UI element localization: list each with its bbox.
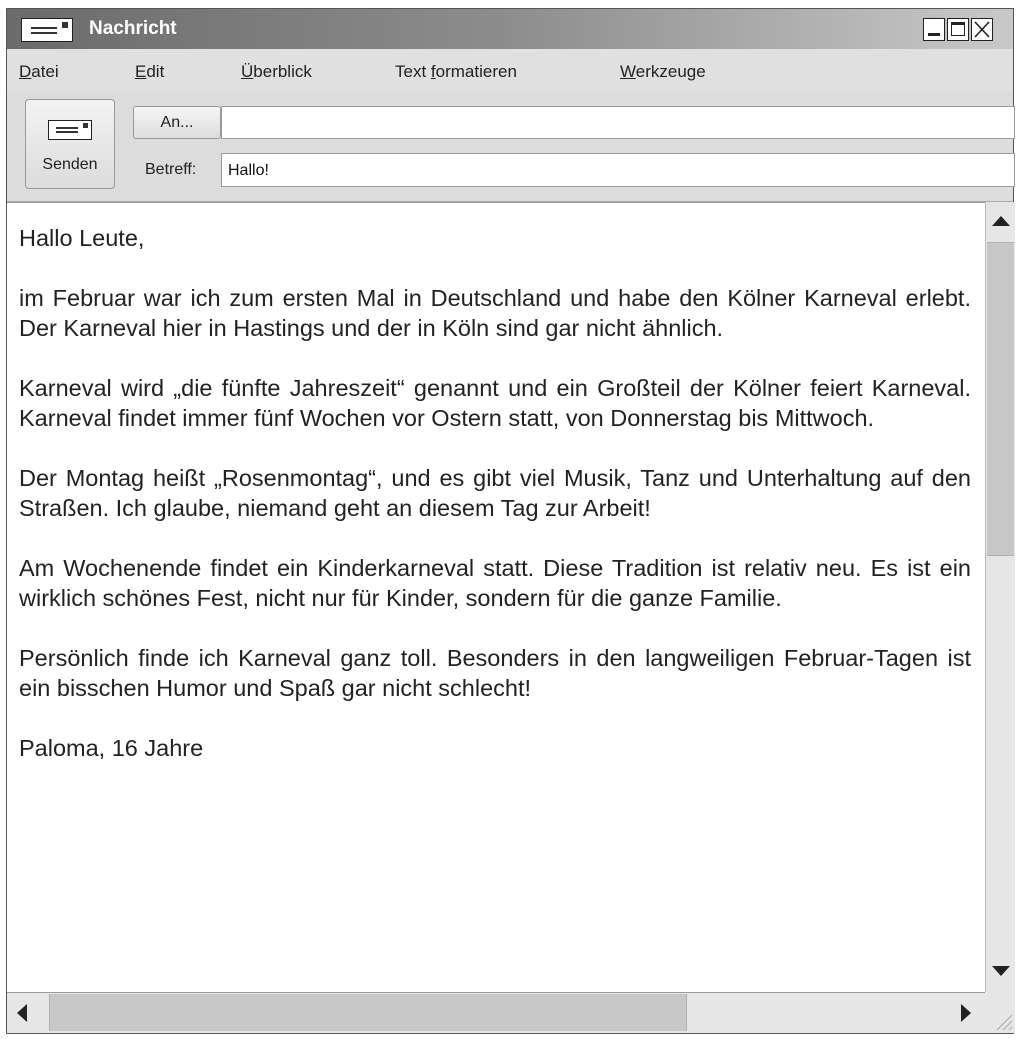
subject-field[interactable]: Hallo! [221, 153, 1015, 187]
message-window: Nachricht Datei Edit Überblick Text form… [6, 8, 1015, 1034]
maximize-icon[interactable] [947, 18, 969, 41]
horizontal-scroll-thumb[interactable] [49, 994, 687, 1031]
subject-label: Betreff: [145, 161, 197, 178]
window-title: Nachricht [89, 18, 177, 39]
menu-werkzeuge[interactable]: Werkzeuge [620, 62, 706, 82]
compose-toolbar: Senden An... Betreff: Hallo! [7, 91, 1015, 202]
resize-grip-icon[interactable] [985, 992, 1015, 1033]
send-button-label: Senden [42, 156, 98, 173]
signature: Paloma, 16 Jahre [19, 735, 204, 761]
paragraph: Am Wochenende findet ein Kinderkarneval … [19, 555, 971, 611]
minimize-icon[interactable] [923, 18, 945, 41]
paragraph: Hallo Leute, [19, 225, 145, 251]
scroll-left-icon[interactable] [17, 1004, 27, 1022]
menu-datei[interactable]: Datei [19, 62, 59, 82]
menu-edit[interactable]: Edit [135, 62, 164, 82]
menu-bar: Datei Edit Überblick Text formatieren We… [7, 49, 1013, 91]
paragraph: Karneval wird „die fünfte Jahreszeit“ ge… [19, 375, 971, 431]
to-field[interactable] [221, 106, 1015, 139]
scroll-right-icon[interactable] [961, 1004, 971, 1022]
scroll-up-icon[interactable] [992, 216, 1010, 226]
envelope-icon [21, 18, 73, 42]
paragraph: im Februar war ich zum ersten Mal in Deu… [19, 285, 971, 341]
send-button[interactable]: Senden [25, 99, 115, 189]
message-body[interactable]: Hallo Leute, im Februar war ich zum erst… [7, 202, 985, 993]
scroll-down-icon[interactable] [992, 966, 1010, 976]
menu-text-formatieren[interactable]: Text formatieren [395, 62, 517, 82]
envelope-icon [48, 120, 92, 140]
title-bar[interactable]: Nachricht [7, 9, 1013, 49]
message-text: Hallo Leute, im Februar war ich zum erst… [19, 223, 971, 793]
menu-ueberblick[interactable]: Überblick [241, 62, 312, 82]
to-button[interactable]: An... [133, 106, 221, 139]
horizontal-scrollbar[interactable] [7, 992, 985, 1033]
vertical-scroll-thumb[interactable] [987, 242, 1014, 556]
close-icon[interactable] [971, 18, 993, 41]
vertical-scrollbar[interactable] [985, 202, 1015, 992]
paragraph: Persönlich finde ich Karneval ganz toll.… [19, 645, 971, 701]
paragraph: Der Montag heißt „Rosenmontag“, und es g… [19, 465, 971, 521]
